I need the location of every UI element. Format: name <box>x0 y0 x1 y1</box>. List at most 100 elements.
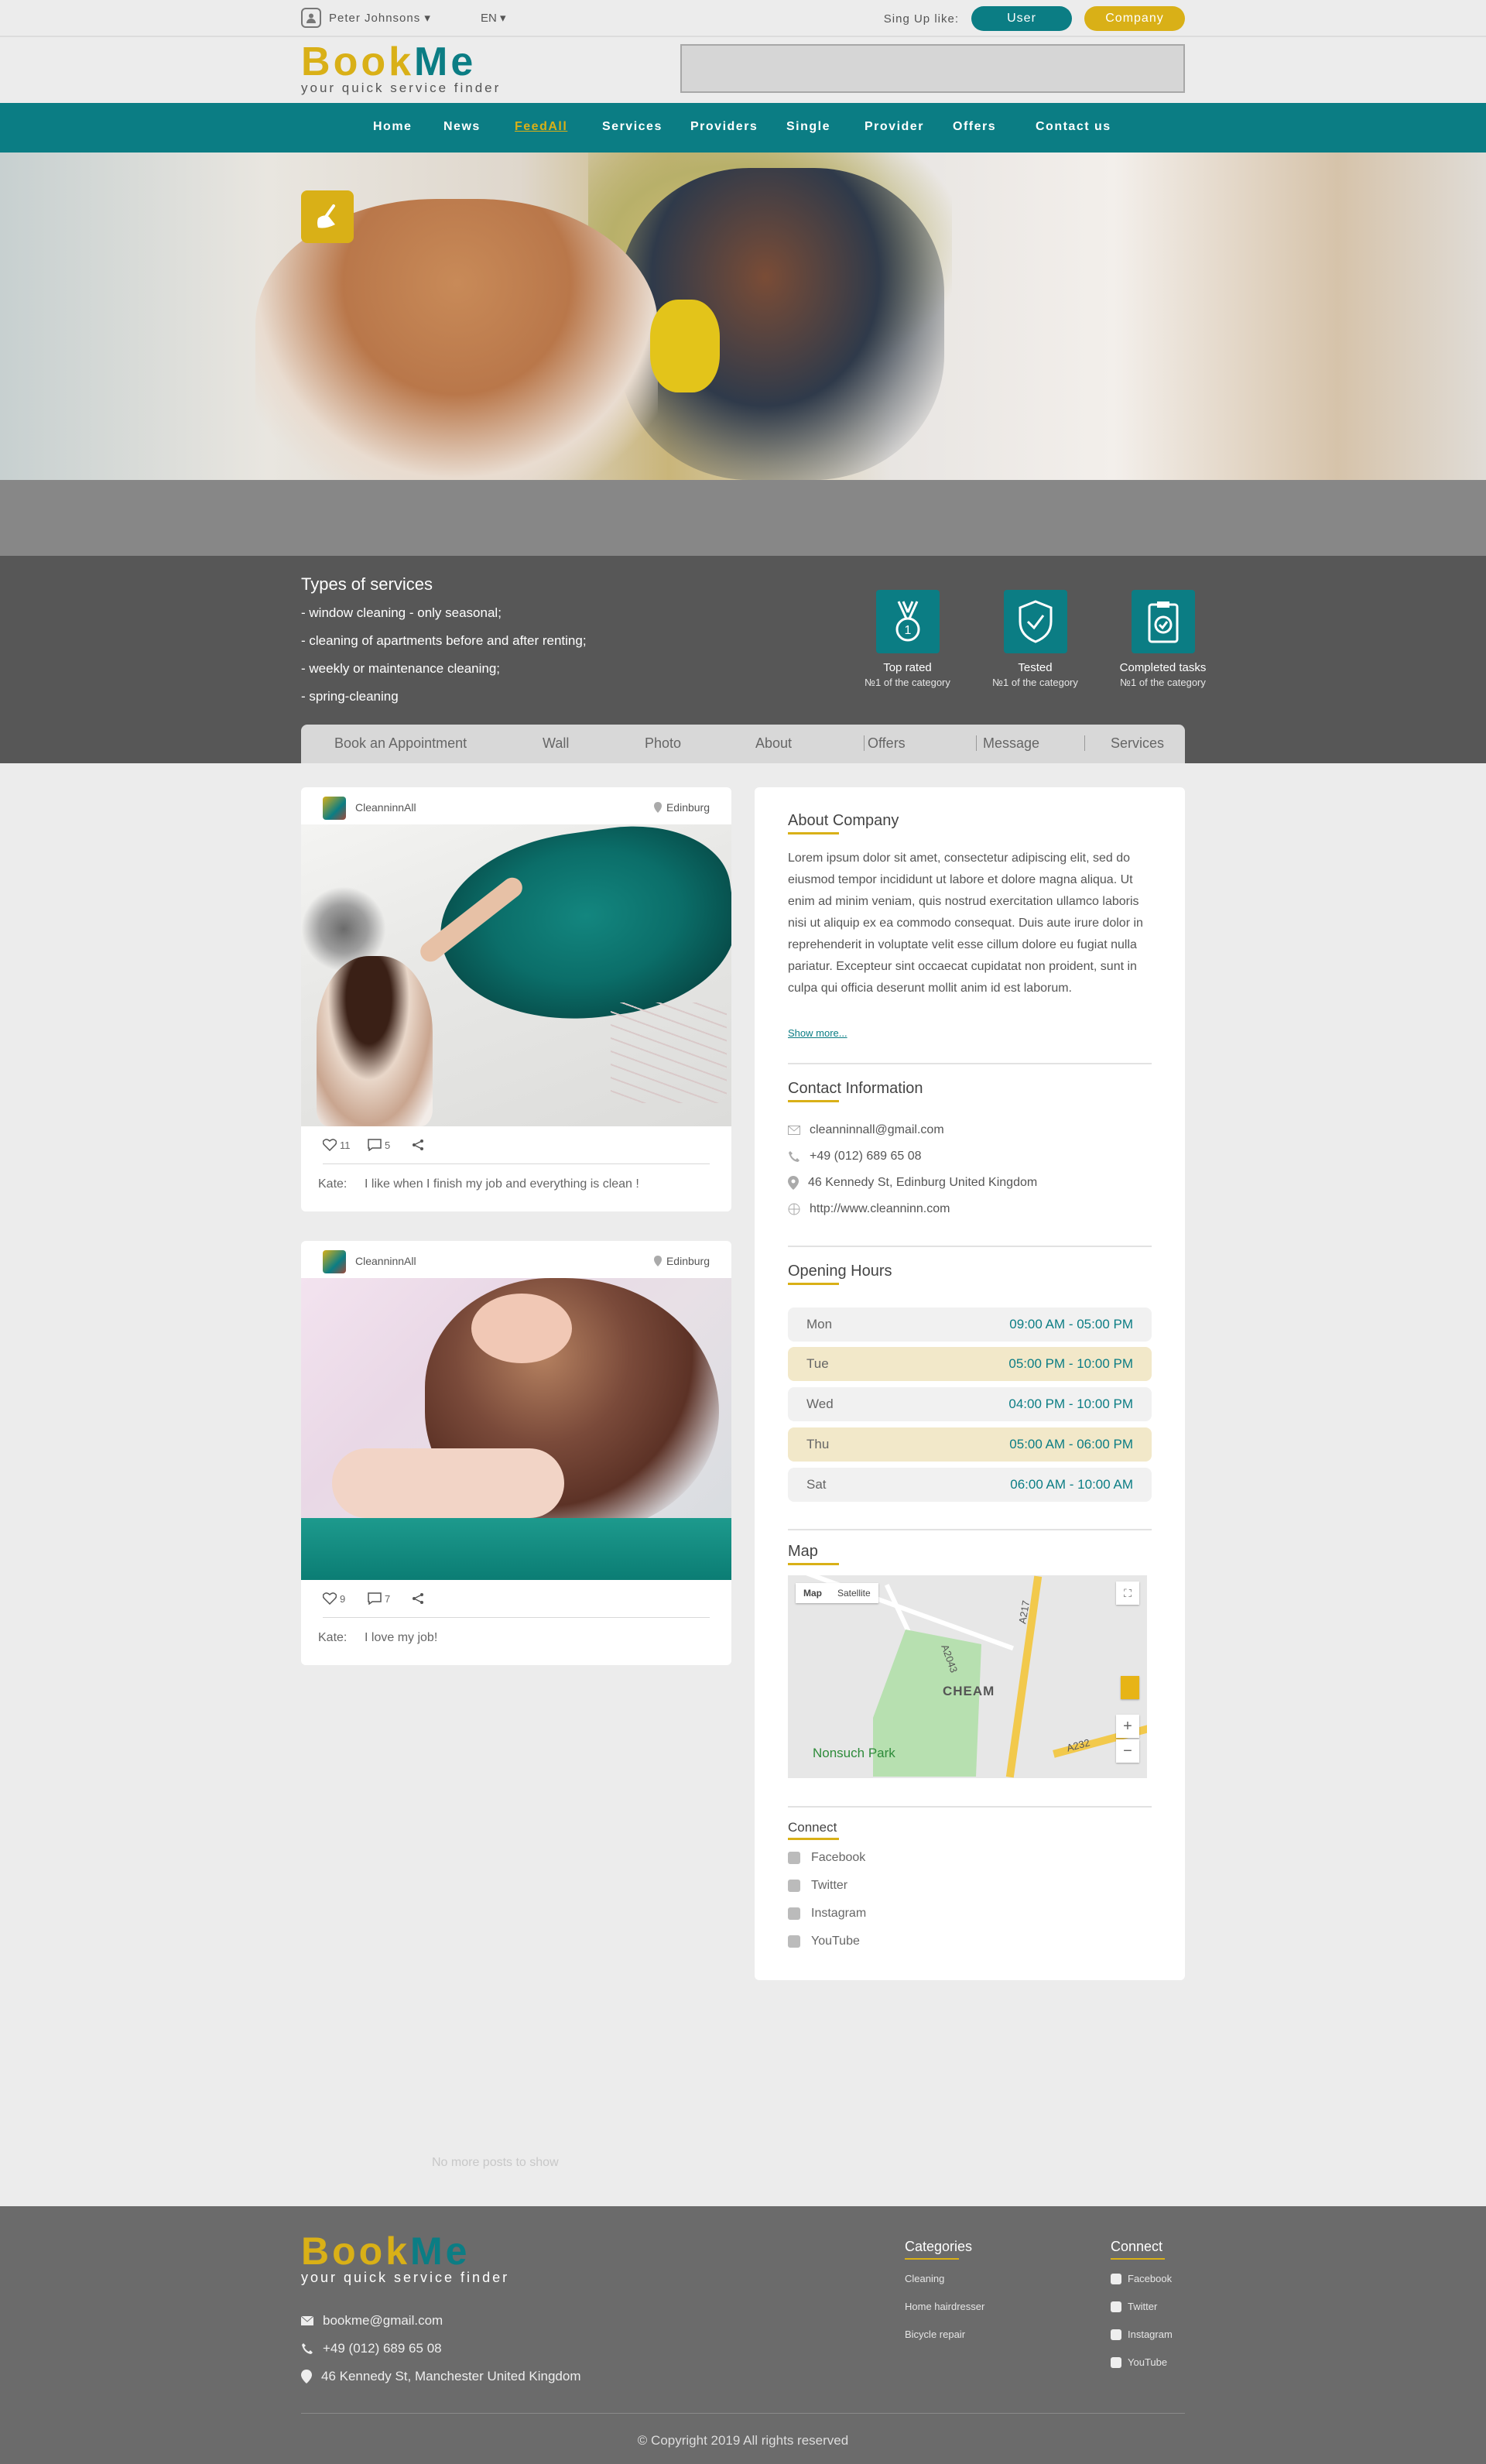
map-tab-satellite[interactable]: Satellite <box>830 1583 878 1603</box>
connect-title: Connect <box>788 1820 840 1840</box>
like-button[interactable]: 9 <box>323 1592 345 1605</box>
location-pin-icon <box>653 1256 662 1266</box>
youtube-icon <box>1111 2356 1121 2368</box>
footer-email[interactable]: bookme@gmail.com <box>301 2313 443 2329</box>
shield-icon <box>1003 590 1067 653</box>
fullscreen-icon[interactable]: ⛶ <box>1116 1582 1139 1605</box>
contact-title: Contact Information <box>788 1080 923 1102</box>
nav-offers[interactable]: Offers <box>953 120 996 134</box>
social-facebook[interactable]: Facebook <box>788 1851 865 1865</box>
footer-category-link[interactable]: Bicycle repair <box>905 2329 965 2340</box>
like-button[interactable]: 11 <box>323 1139 351 1151</box>
medal-icon: 1 <box>875 590 940 653</box>
badge-completed-tasks: Completed tasks №1 of the category <box>1099 590 1227 688</box>
hours-row: Tue 05:00 PM - 10:00 PM <box>788 1347 1152 1381</box>
wall-post: CleanninnAll Edinburg 11 5 Kate: I like … <box>301 787 731 1211</box>
pegman-icon[interactable] <box>1121 1676 1139 1699</box>
post-comment: Kate: I like when I finish my job and ev… <box>301 1165 731 1211</box>
about-title: About Company <box>788 812 899 834</box>
tab-divider <box>864 735 865 751</box>
contact-email[interactable]: cleanninnall@gmail.com <box>788 1123 944 1137</box>
post-location: Edinburg <box>653 1255 710 1267</box>
zoom-in-button[interactable]: + <box>1116 1715 1139 1738</box>
zoom-out-button[interactable]: − <box>1116 1739 1139 1763</box>
share-button[interactable] <box>412 1139 424 1151</box>
footer: BookMe your quick service finder bookme@… <box>0 2206 1486 2464</box>
tab-photo[interactable]: Photo <box>645 735 681 752</box>
about-text: Lorem ipsum dolor sit amet, consectetur … <box>788 852 1143 995</box>
contact-website[interactable]: http://www.cleanninn.com <box>788 1202 950 1216</box>
nav-providers[interactable]: Providers <box>690 120 758 134</box>
service-item: - cleaning of apartments before and afte… <box>301 633 587 648</box>
avatar[interactable] <box>323 1250 346 1273</box>
comment-icon <box>368 1592 382 1605</box>
language-select[interactable]: EN ▾ <box>481 11 506 25</box>
avatar[interactable] <box>323 797 346 820</box>
share-icon <box>413 1593 423 1604</box>
footer-address: 46 Kennedy St, Manchester United Kingdom <box>301 2369 580 2384</box>
social-instagram[interactable]: Instagram <box>788 1907 866 1921</box>
post-actions: 9 7 <box>301 1580 731 1619</box>
map-tab-map[interactable]: Map <box>796 1583 830 1603</box>
nav-single[interactable]: Single <box>786 120 830 134</box>
footer-tagline: your quick service finder <box>301 2270 510 2285</box>
location-map[interactable]: Map Satellite ⛶ CHEAM Nonsuch Park A217 … <box>788 1575 1147 1778</box>
header-search-box[interactable] <box>680 44 1185 93</box>
comment-author[interactable]: Kate: <box>318 1177 347 1191</box>
badges: 1 Top rated №1 of the category Tested №1… <box>844 590 1227 688</box>
tab-wall[interactable]: Wall <box>543 735 569 752</box>
post-header: CleanninnAll Edinburg <box>301 787 731 824</box>
share-icon <box>413 1139 423 1150</box>
post-comment: Kate: I love my job! <box>301 1619 731 1665</box>
signup-company-button[interactable]: Company <box>1084 6 1185 31</box>
tab-book-appointment[interactable]: Book an Appointment <box>334 735 467 752</box>
nav-news[interactable]: News <box>443 120 481 134</box>
mail-icon <box>788 1126 800 1135</box>
nav-contact-us[interactable]: Contact us <box>1036 120 1111 134</box>
tab-offers[interactable]: Offers <box>868 735 906 752</box>
footer-youtube[interactable]: YouTube <box>1111 2356 1167 2368</box>
contact-phone[interactable]: +49 (012) 689 65 08 <box>788 1150 922 1163</box>
footer-facebook[interactable]: Facebook <box>1111 2273 1172 2284</box>
social-twitter[interactable]: Twitter <box>788 1879 847 1893</box>
comment-button[interactable]: 7 <box>368 1592 390 1605</box>
copyright: © Copyright 2019 All rights reserved <box>637 2433 849 2448</box>
signup-user-button[interactable]: User <box>971 6 1072 31</box>
comment-author[interactable]: Kate: <box>318 1631 347 1645</box>
social-youtube[interactable]: YouTube <box>788 1935 860 1948</box>
nav-provider[interactable]: Provider <box>865 120 924 134</box>
show-more-link[interactable]: Show more... <box>788 1027 847 1039</box>
footer-instagram[interactable]: Instagram <box>1111 2329 1173 2340</box>
hours-row: Mon 09:00 AM - 05:00 PM <box>788 1307 1152 1342</box>
service-item: - window cleaning - only seasonal; <box>301 605 502 620</box>
footer-category-link[interactable]: Home hairdresser <box>905 2301 984 2312</box>
comment-text: I love my job! <box>365 1631 438 1644</box>
tab-about[interactable]: About <box>755 735 792 752</box>
user-icon <box>301 8 321 28</box>
footer-phone[interactable]: +49 (012) 689 65 08 <box>301 2341 442 2356</box>
comment-text: I like when I finish my job and everythi… <box>365 1177 639 1191</box>
share-button[interactable] <box>412 1592 424 1605</box>
brand-logo[interactable]: BookMe your quick service finder <box>301 40 501 96</box>
footer-category-link[interactable]: Cleaning <box>905 2273 944 2284</box>
tab-services[interactable]: Services <box>1111 735 1164 752</box>
nav-feedall[interactable]: FeedAll <box>515 120 567 134</box>
post-location: Edinburg <box>653 801 710 814</box>
nav-home[interactable]: Home <box>373 120 412 134</box>
post-image[interactable] <box>301 1278 731 1580</box>
nav-services[interactable]: Services <box>602 120 663 134</box>
badge-tested: Tested №1 of the category <box>971 590 1099 688</box>
services-title: Types of services <box>301 574 433 594</box>
service-item: - weekly or maintenance cleaning; <box>301 661 501 676</box>
user-menu[interactable]: Peter Johnsons ▾ <box>301 8 431 28</box>
comment-button[interactable]: 5 <box>368 1139 390 1151</box>
post-author[interactable]: CleanninnAll <box>355 1255 416 1267</box>
tab-message[interactable]: Message <box>983 735 1039 752</box>
map-type-toggle: Map Satellite <box>796 1583 878 1603</box>
post-image[interactable] <box>301 824 731 1126</box>
footer-logo[interactable]: BookMe your quick service finder <box>301 2229 509 2286</box>
post-author[interactable]: CleanninnAll <box>355 801 416 814</box>
footer-categories-title: Categories <box>905 2239 973 2260</box>
footer-twitter[interactable]: Twitter <box>1111 2301 1157 2312</box>
post-header: CleanninnAll Edinburg <box>301 1241 731 1278</box>
